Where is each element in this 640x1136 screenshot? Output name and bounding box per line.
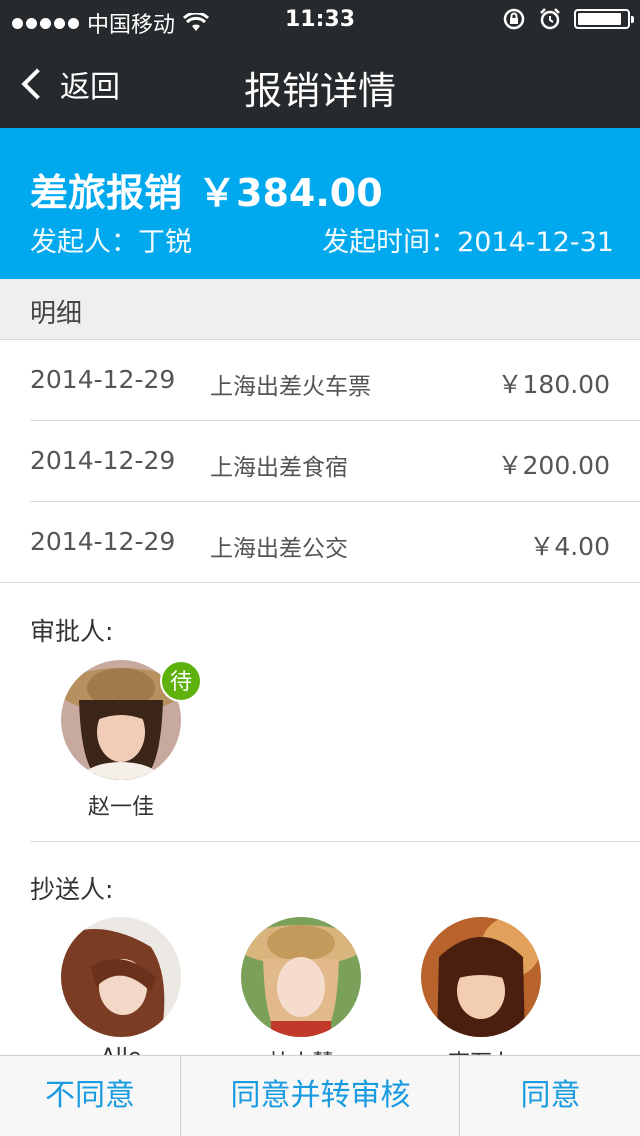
rotation-lock-icon bbox=[503, 8, 525, 30]
pending-badge: 待 bbox=[160, 660, 202, 702]
detail-description: 上海出差食宿 bbox=[210, 455, 348, 481]
cc-avatar[interactable] bbox=[241, 917, 361, 1037]
initiated-time-info: 发起时间：2014-12-31 bbox=[322, 220, 614, 259]
detail-row[interactable]: 2014-12-29 上海出差火车票 ￥180.00 bbox=[0, 340, 640, 421]
approve-button[interactable]: 同意 bbox=[459, 1056, 640, 1136]
section-divider bbox=[30, 841, 640, 842]
detail-row[interactable]: 2014-12-29 上海出差公交 ￥4.00 bbox=[0, 502, 640, 583]
total-amount: ￥384.00 bbox=[198, 171, 383, 215]
detail-date: 2014-12-29 bbox=[30, 446, 176, 475]
initiated-time-label: 发起时间： bbox=[322, 227, 458, 258]
detail-amount: ￥4.00 bbox=[529, 532, 610, 561]
approver-name: 赵一佳 bbox=[87, 795, 154, 820]
initiator-label: 发起人： bbox=[30, 227, 138, 258]
initiator-name: 丁锐 bbox=[138, 227, 192, 258]
approver-label: 审批人: bbox=[30, 617, 114, 646]
detail-row[interactable]: 2014-12-29 上海出差食宿 ￥200.00 bbox=[0, 421, 640, 502]
status-bar: 中国移动 11:33 bbox=[0, 0, 640, 40]
detail-list: 2014-12-29 上海出差火车票 ￥180.00 2014-12-29 上海… bbox=[0, 340, 640, 583]
approve-and-forward-button[interactable]: 同意并转审核 bbox=[180, 1056, 460, 1136]
status-right bbox=[502, 7, 634, 31]
detail-amount: ￥200.00 bbox=[497, 451, 610, 480]
reject-button[interactable]: 不同意 bbox=[0, 1056, 180, 1136]
battery-fill bbox=[578, 13, 622, 25]
expense-type: 差旅报销 bbox=[30, 171, 183, 215]
nav-bar: 返回 报销详情 bbox=[0, 40, 640, 128]
cc-label: 抄送人: bbox=[30, 875, 114, 904]
cc-avatar[interactable] bbox=[421, 917, 541, 1037]
cc-avatar[interactable] bbox=[61, 917, 181, 1037]
bottom-action-bar: 不同意 同意并转审核 同意 bbox=[0, 1055, 640, 1136]
detail-description: 上海出差火车票 bbox=[210, 374, 371, 400]
alarm-icon bbox=[540, 8, 560, 30]
summary-title: 差旅报销 ￥384.00 bbox=[30, 162, 383, 217]
initiated-time: 2014-12-31 bbox=[457, 227, 614, 258]
detail-amount: ￥180.00 bbox=[497, 370, 610, 399]
detail-date: 2014-12-29 bbox=[30, 365, 176, 394]
battery-icon bbox=[574, 9, 634, 29]
detail-date: 2014-12-29 bbox=[30, 527, 176, 556]
details-header: 明细 bbox=[0, 279, 640, 340]
summary-panel: 差旅报销 ￥384.00 发起人：丁锐 发起时间：2014-12-31 bbox=[0, 128, 640, 279]
page-title: 报销详情 bbox=[243, 69, 396, 113]
initiator-info: 发起人：丁锐 bbox=[30, 220, 192, 259]
details-header-label: 明细 bbox=[30, 299, 83, 329]
detail-description: 上海出差公交 bbox=[210, 536, 348, 562]
